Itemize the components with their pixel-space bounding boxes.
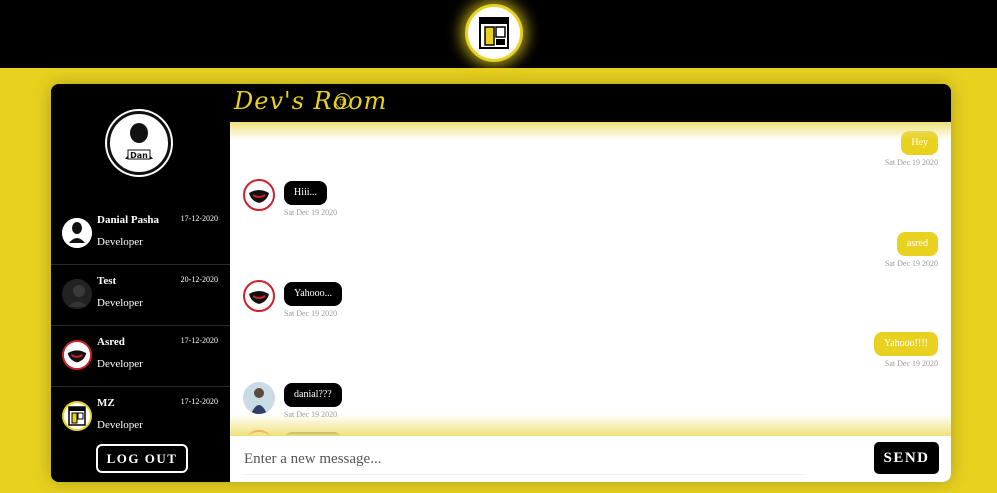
contact-name: Test [97,275,117,287]
message-input[interactable] [242,444,806,475]
composer: SEND [230,436,951,482]
contact-date: 17-12-2020 [180,214,218,223]
sender-avatar-icon [243,280,275,312]
chat-title: Dev's Room [234,87,388,115]
message-received: Hiii... Sat Dec 19 2020 [284,181,337,217]
sidebar: Dan Danial Pasha 17-12-2020 Developer Te… [51,84,230,482]
message-received: danial??? Sat Dec 19 2020 [284,383,342,419]
contact-date: 17-12-2020 [180,336,218,345]
contact-name: Danial Pasha [97,214,160,226]
contact-role: Developer [97,358,143,370]
svg-text:Dan: Dan [130,151,148,160]
send-button[interactable]: SEND [874,442,939,474]
contact-name: Asred [97,336,125,348]
contact-date: 17-12-2020 [180,397,218,406]
message-list[interactable]: Hey Sat Dec 19 2020 Hiii... Sat Dec 19 2… [230,122,951,436]
message-bubble: asred [896,232,938,256]
contact-role: Developer [97,236,143,248]
contact-item-danial-pasha[interactable]: Danial Pasha 17-12-2020 Developer [51,204,230,265]
message-bubble: Yahooo... [284,282,343,306]
devs-room-logo-icon [465,4,523,62]
contact-role: Developer [97,419,143,431]
top-bar [0,0,997,68]
message-bubble: danial??? [284,383,342,407]
contact-item-test[interactable]: Test 20-12-2020 Developer [51,265,230,326]
message-sent: asred Sat Dec 19 2020 [885,232,938,268]
message-sent: Hey Sat Dec 19 2020 [885,131,938,167]
avatar-danial-icon [62,218,92,248]
message-bubble: Hey [901,131,938,155]
sender-avatar-icon [243,430,275,436]
chat-header: Dev's Room ◫ [230,84,951,122]
message-timestamp: Sat Dec 19 2020 [284,309,338,318]
message-bubble: Yahooo!!!! [874,332,938,356]
avatar-test-icon [62,279,92,309]
contact-name: MZ [97,397,115,409]
message-sent: Yahooo!!!! Sat Dec 19 2020 [874,332,938,368]
message-received: Yahooo... Sat Dec 19 2020 [284,282,343,318]
message-bubble: Hiii... [284,181,328,205]
title-logo-icon: ◫ [335,93,351,109]
sender-avatar-icon [243,179,275,211]
avatar-mz-icon [62,401,92,431]
message-timestamp: Sat Dec 19 2020 [284,410,338,419]
contact-item-asred[interactable]: Asred 17-12-2020 Developer [51,326,230,387]
message-received-partial [284,432,342,436]
message-timestamp: Sat Dec 19 2020 [884,359,938,368]
sender-avatar-icon [243,382,275,414]
contact-date: 20-12-2020 [180,275,218,284]
message-bubble [284,432,342,436]
message-timestamp: Sat Dec 19 2020 [884,158,938,167]
user-avatar-icon[interactable]: Dan [107,111,171,175]
message-timestamp: Sat Dec 19 2020 [284,208,338,217]
contact-item-mz[interactable]: MZ 17-12-2020 Developer [51,387,230,447]
contact-role: Developer [97,297,143,309]
message-timestamp: Sat Dec 19 2020 [884,259,938,268]
logout-button[interactable]: LOG OUT [96,444,188,473]
avatar-asred-icon [62,340,92,370]
chat-window: Dan Danial Pasha 17-12-2020 Developer Te… [51,84,951,482]
